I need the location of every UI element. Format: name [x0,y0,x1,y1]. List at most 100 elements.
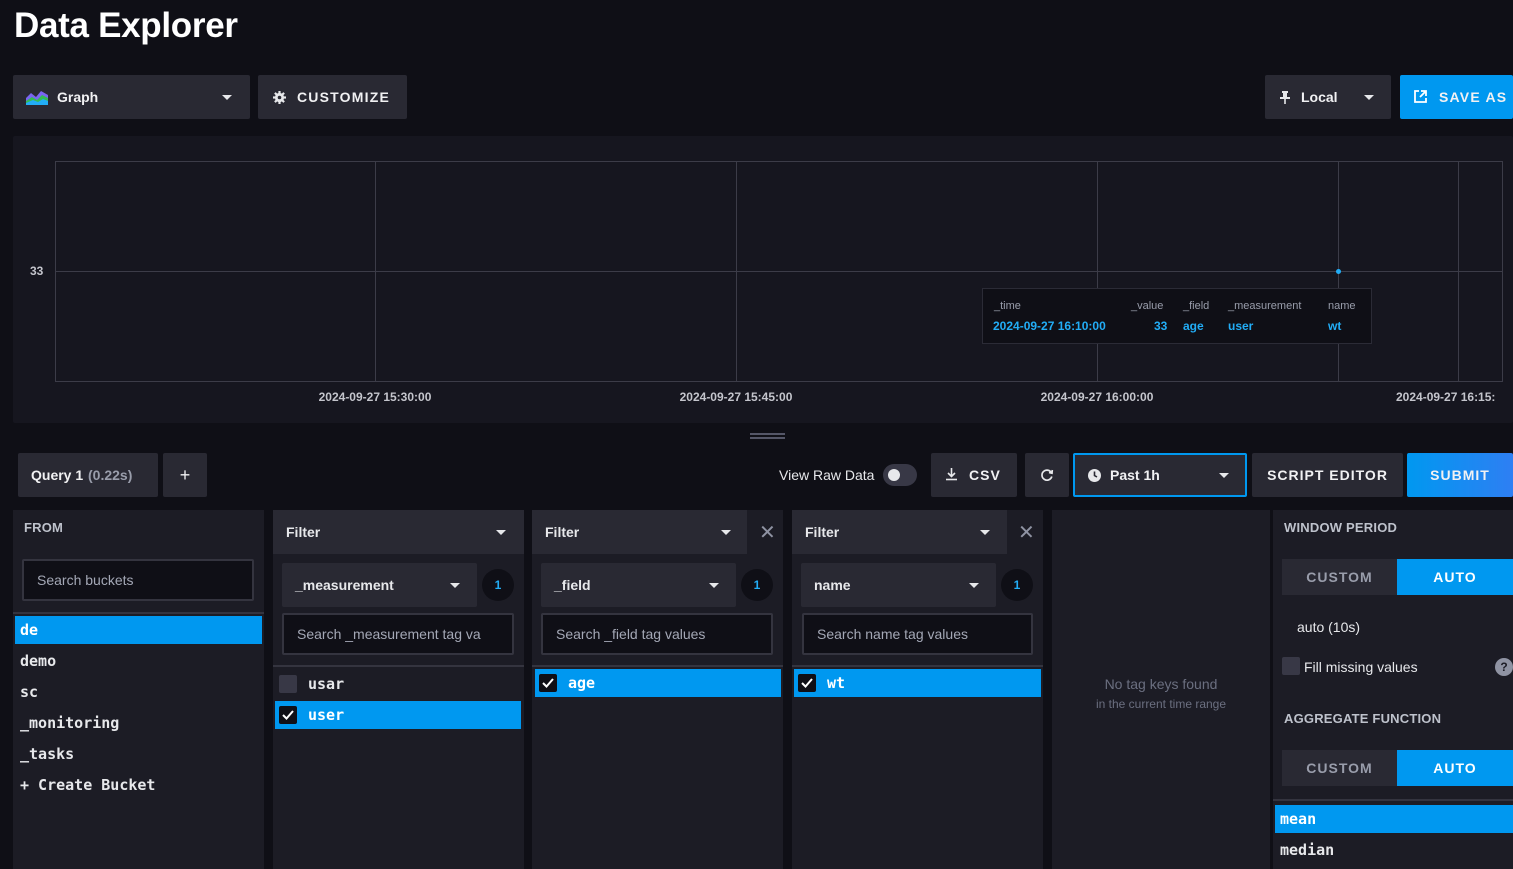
window-auto-value: auto (10s) [1297,619,1361,635]
window-auto-toggle[interactable]: AUTO [1397,559,1513,595]
window-period-label: WINDOW PERIOD [1284,520,1398,535]
fill-missing-label: Fill missing values [1304,659,1418,675]
bucket-item[interactable]: demo [15,647,262,675]
tag-key-dropdown[interactable]: name [801,563,996,607]
bucket-item[interactable]: _tasks [15,740,262,768]
help-icon[interactable]: ? [1495,658,1513,676]
create-bucket-item[interactable]: + Create Bucket [15,771,262,799]
view-type-label: Graph [57,89,99,105]
checkbox-checked-icon [798,674,816,692]
query-tab-time: (0.22s) [88,467,133,483]
from-panel: FROM Search buckets de demo sc _monitori… [13,510,264,869]
tag-value-label: wt [827,674,846,692]
view-raw-toggle[interactable] [883,464,917,486]
filter-header[interactable]: Filter [532,510,747,554]
window-custom-toggle[interactable]: CUSTOM [1282,559,1397,595]
empty-message: No tag keys found [1104,676,1218,692]
time-range-dropdown[interactable]: Past 1h [1073,453,1247,497]
tag-value-search-input[interactable]: Search _measurement tag va [282,613,514,655]
tag-key-label: _measurement [295,577,394,593]
pin-icon [1280,91,1290,104]
tag-value-item[interactable]: wt [794,669,1041,697]
customize-button[interactable]: CUSTOMIZE [258,75,407,119]
filter-panel-measurement: Filter _measurement 1 Search _measuremen… [273,510,524,869]
x-tick-label: 2024-09-27 15:45:00 [679,390,793,404]
close-icon[interactable]: ✕ [759,520,776,545]
tag-key-dropdown[interactable]: _measurement [282,563,477,607]
save-as-button[interactable]: SAVE AS [1400,75,1513,119]
tooltip-header: _value [1131,300,1164,312]
tooltip-value: wt [1328,319,1342,333]
query-tab-name: Query 1 [31,467,84,483]
tooltip-value: user [1228,319,1254,333]
selected-count-badge: 1 [482,569,514,601]
empty-message-hint: in the current time range [1095,697,1227,711]
aggregate-function-item[interactable]: median [1275,836,1513,864]
selected-count-badge: 1 [1001,569,1033,601]
aggregate-custom-toggle[interactable]: CUSTOM [1282,750,1397,786]
add-query-button[interactable]: + [163,453,207,497]
filter-panel-field: Filter ✕ _field 1 Search _field tag valu… [532,510,783,869]
timezone-dropdown[interactable]: Local [1265,75,1391,119]
y-tick-label: 33 [30,264,44,278]
tag-value-item[interactable]: user [275,701,521,729]
query-tab[interactable]: Query 1 (0.22s) [18,453,158,497]
checkbox-checked-icon [279,706,297,724]
csv-button[interactable]: CSV [931,453,1017,497]
tag-value-item[interactable]: age [535,669,781,697]
export-icon [1414,90,1427,103]
divider [273,665,524,667]
view-type-dropdown[interactable]: Graph [13,75,250,119]
filter-header[interactable]: Filter [273,510,524,554]
aggregate-function-item[interactable]: mean [1275,805,1513,833]
close-icon[interactable]: ✕ [1018,520,1035,545]
fill-missing-checkbox[interactable] [1282,657,1300,675]
checkbox-icon [279,675,297,693]
bucket-item[interactable]: sc [15,678,262,706]
bucket-item[interactable]: de [15,616,262,644]
filter-panel-name: Filter ✕ name 1 Search name tag values w… [792,510,1043,869]
download-icon [946,468,957,481]
tooltip-header: _time [994,300,1021,312]
filter-header-label: Filter [286,524,321,540]
chevron-down-icon [496,530,506,535]
graph-tooltip: _time _value _field _measurement name 20… [982,288,1372,344]
divider [1273,799,1513,801]
bucket-search-input[interactable]: Search buckets [22,559,254,601]
bucket-item[interactable]: _monitoring [15,709,262,737]
tag-value-item[interactable]: usar [275,670,521,698]
filter-header-label: Filter [545,524,580,540]
filter-header-label: Filter [805,524,840,540]
aggregate-auto-toggle[interactable]: AUTO [1397,750,1513,786]
tooltip-value: 2024-09-27 16:10:00 [993,319,1106,333]
chevron-down-icon [980,530,990,535]
tag-key-label: name [814,577,851,593]
refresh-button[interactable] [1025,453,1069,497]
tag-value-label: age [568,674,596,692]
tag-value-label: user [308,706,345,724]
tag-value-search-input[interactable]: Search _field tag values [541,613,773,655]
data-point[interactable] [1336,269,1341,274]
refresh-icon [1041,469,1054,481]
tag-value-search-input[interactable]: Search name tag values [802,613,1033,655]
tooltip-value: 33 [1154,319,1168,333]
x-tick-label: 2024-09-27 15:30:00 [318,390,432,404]
view-raw-label: View Raw Data [779,467,875,483]
gear-icon [273,91,286,104]
chevron-down-icon [721,530,731,535]
plot-area[interactable] [55,161,1503,382]
resize-handle[interactable] [750,433,785,439]
clock-icon [1088,469,1101,482]
chevron-down-icon [709,583,719,588]
filter-header[interactable]: Filter [792,510,1007,554]
submit-button[interactable]: SUBMIT [1407,453,1513,497]
divider [13,612,264,614]
empty-filter-panel: No tag keys found in the current time ra… [1052,510,1270,869]
grid-line [56,271,1502,272]
script-editor-button[interactable]: SCRIPT EDITOR [1252,453,1403,497]
graph-type-icon [26,91,48,105]
save-as-label: SAVE AS [1439,89,1508,105]
tooltip-header: _measurement [1228,300,1302,312]
tag-key-dropdown[interactable]: _field [541,563,736,607]
chevron-down-icon [222,95,232,100]
